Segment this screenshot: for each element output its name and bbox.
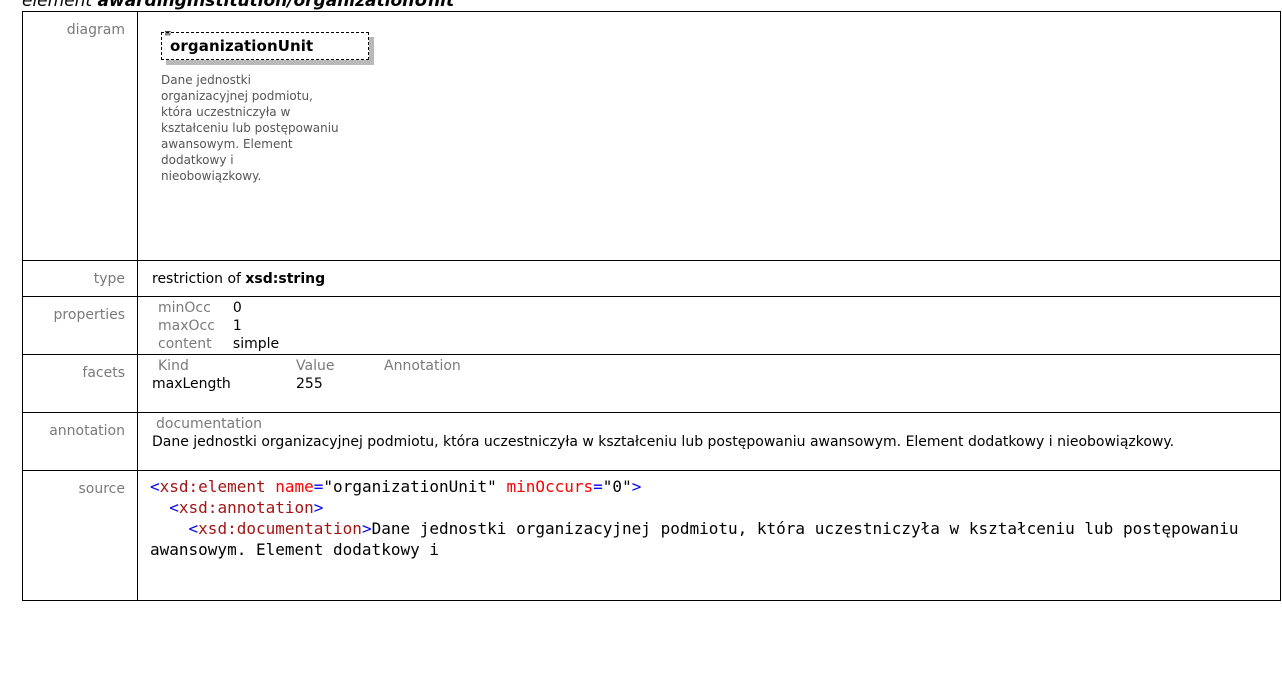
source-attr-value: "0" — [602, 477, 632, 496]
facet-kind: maxLength — [152, 376, 231, 392]
annotation-text: Dane jednostki organizacyjnej podmiotu, … — [152, 434, 1175, 450]
facet-header-kind: Kind — [158, 358, 189, 374]
facet-header-annotation: Annotation — [384, 358, 461, 374]
diagram-cell: ≡ organizationUnit Dane jednostki organi… — [137, 11, 1281, 261]
label-facets: facets — [22, 354, 138, 413]
source-cell: <xsd:element name="organizationUnit" min… — [137, 470, 1281, 601]
row-diagram: diagram ≡ organizationUnit Dane jednostk… — [22, 11, 1281, 261]
facet-header-value: Value — [296, 358, 335, 374]
type-prefix: restriction of — [152, 271, 241, 287]
source-documentation-tag: xsd:documentation — [198, 519, 362, 538]
property-value: simple — [232, 336, 280, 352]
row-type: type restriction of xsd:string — [22, 260, 1281, 297]
source-attr-value: "organizationUnit" — [323, 477, 497, 496]
row-source: source <xsd:element name="organizationUn… — [22, 470, 1281, 601]
annotation-cell: documentation Dane jednostki organizacyj… — [137, 412, 1281, 471]
label-diagram: diagram — [22, 11, 138, 261]
element-box[interactable]: ≡ organizationUnit — [161, 30, 369, 60]
properties-table: minOcc 0 maxOcc 1 content simple — [152, 299, 297, 353]
properties-cell: minOcc 0 maxOcc 1 content simple — [137, 296, 1281, 355]
facets-cell: Kind Value Annotation maxLength 255 — [137, 354, 1281, 413]
diagram-documentation: Dane jednostki organizacyjnej podmiotu, … — [161, 73, 339, 183]
type-cell: restriction of xsd:string — [137, 260, 1281, 297]
property-value: 0 — [232, 300, 242, 316]
facets-header-row: Kind Value Annotation — [152, 357, 479, 375]
heading-path: awardingInstitution/organizationUnit — [97, 0, 455, 11]
type-value: restriction of xsd:string — [152, 261, 1280, 287]
source-attr-name: name — [275, 477, 314, 496]
property-key: minOcc — [158, 300, 211, 316]
row-facets: facets Kind Value Annotation maxLength 2… — [22, 354, 1281, 413]
property-value: 1 — [232, 318, 242, 334]
row-annotation: annotation documentation Dane jednostki … — [22, 412, 1281, 471]
label-properties: properties — [22, 296, 138, 355]
property-row: minOcc 0 — [152, 299, 297, 317]
heading-prefix: element — [22, 0, 93, 11]
facet-value: 255 — [296, 376, 323, 392]
label-type: type — [22, 260, 138, 297]
row-properties: properties minOcc 0 maxOcc 1 content simple — [22, 296, 1281, 355]
source-attr-name: minOccurs — [506, 477, 594, 496]
type-base-link[interactable]: xsd:string — [245, 271, 325, 287]
source-code: <xsd:element name="organizationUnit" min… — [150, 477, 1249, 559]
label-annotation: annotation — [22, 412, 138, 471]
facet-annotation — [384, 375, 479, 393]
element-diagram[interactable]: ≡ organizationUnit — [161, 30, 374, 65]
label-source: source — [22, 470, 138, 601]
source-open-tag: xsd:element — [159, 477, 266, 496]
property-key: maxOcc — [158, 318, 215, 334]
source-annotation-tag: xsd:annotation — [178, 498, 314, 517]
schema-table: diagram ≡ organizationUnit Dane jednostk… — [22, 11, 1281, 601]
facets-table: Kind Value Annotation maxLength 255 — [152, 357, 479, 393]
property-row: maxOcc 1 — [152, 317, 297, 335]
element-name: organizationUnit — [170, 37, 314, 55]
annotation-title: documentation — [156, 416, 263, 432]
property-key: content — [158, 336, 212, 352]
facet-row: maxLength 255 — [152, 375, 479, 393]
page-title: element awardingInstitution/organization… — [22, 0, 454, 11]
property-row: content simple — [152, 335, 297, 353]
